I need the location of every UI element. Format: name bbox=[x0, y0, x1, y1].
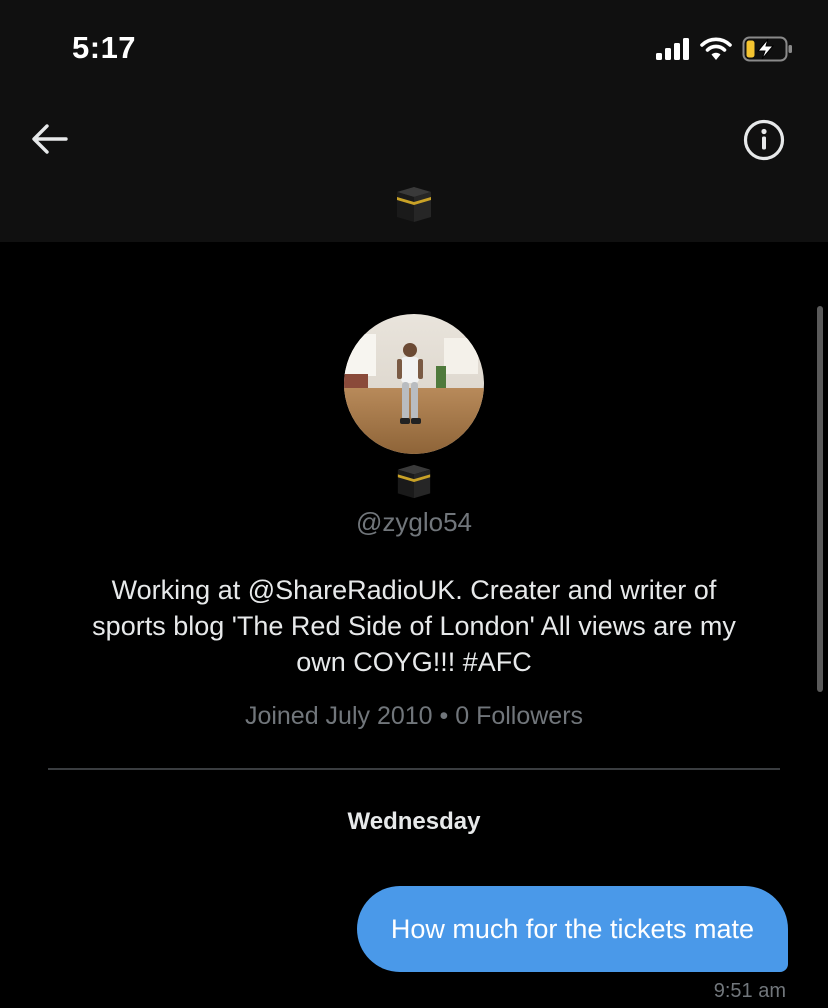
scrollbar[interactable] bbox=[817, 306, 823, 692]
message-timestamp: 9:51 am bbox=[713, 980, 786, 1002]
status-icons bbox=[656, 36, 794, 67]
info-circle-icon bbox=[743, 119, 785, 166]
back-button[interactable] bbox=[28, 122, 72, 160]
conversation-header bbox=[0, 100, 828, 242]
profile-bio: Working at @ShareRadioUK. Creater and wr… bbox=[50, 572, 778, 680]
kaaba-emoji-icon bbox=[394, 184, 434, 224]
signal-icon bbox=[656, 38, 690, 65]
profile-handle[interactable]: @zyglo54 bbox=[0, 507, 828, 538]
battery-charging-icon bbox=[742, 36, 794, 67]
divider bbox=[48, 768, 780, 770]
info-button[interactable] bbox=[742, 119, 786, 166]
kaaba-emoji-icon bbox=[395, 462, 433, 500]
status-bar: 5:17 bbox=[0, 0, 828, 100]
status-time: 5:17 bbox=[72, 30, 137, 65]
arrow-left-icon bbox=[30, 123, 70, 160]
bio-line: sports blog 'The Red Side of London' All… bbox=[92, 611, 736, 641]
bio-line: Working at @ShareRadioUK. Creater and wr… bbox=[111, 575, 717, 605]
day-separator: Wednesday bbox=[347, 808, 481, 835]
profile-meta: Joined July 2010 • 0 Followers bbox=[244, 702, 584, 730]
message-bubble[interactable]: How much for the tickets mate bbox=[356, 886, 788, 972]
bio-line: own COYG!!! #AFC bbox=[296, 647, 532, 677]
avatar[interactable] bbox=[344, 314, 484, 454]
wifi-icon bbox=[700, 37, 732, 66]
